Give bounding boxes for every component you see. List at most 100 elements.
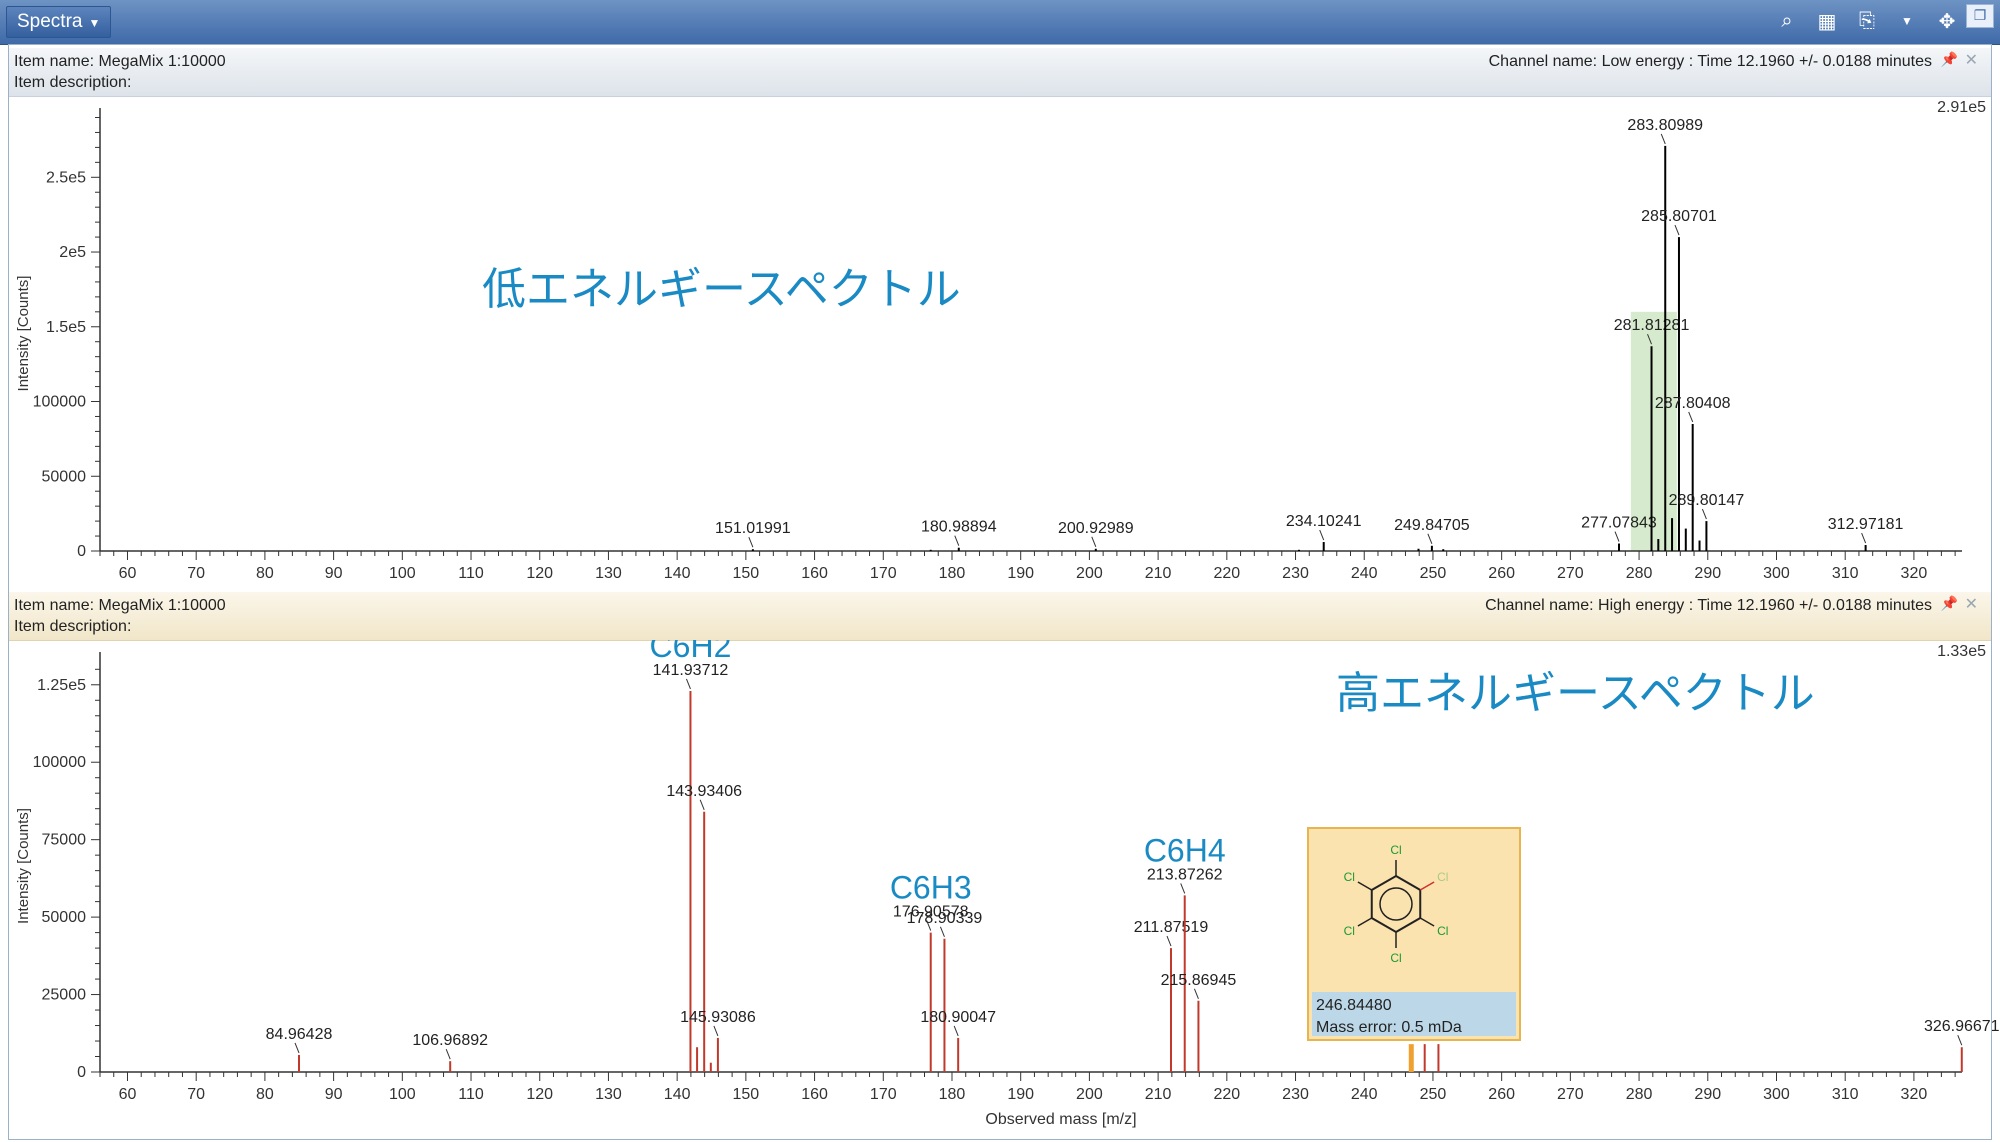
x-tick-label: 120 bbox=[526, 565, 553, 582]
peak-label: 285.80701 bbox=[1641, 208, 1717, 225]
x-tick-label: 190 bbox=[1007, 1086, 1034, 1103]
x-tick-label: 220 bbox=[1213, 1086, 1240, 1103]
peak-label: 277.07843 bbox=[1581, 515, 1657, 532]
x-tick-label: 320 bbox=[1901, 565, 1928, 582]
fragment-label: C6H4 bbox=[1144, 832, 1226, 868]
x-tick-label: 80 bbox=[256, 565, 274, 582]
export-icon[interactable]: ⎘ bbox=[1854, 8, 1880, 34]
peak-label-leader bbox=[1614, 531, 1620, 542]
close-icon[interactable]: ✕ bbox=[1965, 50, 1978, 70]
chlorine-atom-label: Cl bbox=[1437, 870, 1448, 884]
low-energy-spectrum-chart[interactable]: 60 70 80 90 100 110 120 130 140 150 160 170 180 190 20… bbox=[0, 96, 2000, 592]
channel-name: Channel name: Low energy : Time 12.1960 … bbox=[1488, 53, 1932, 70]
x-tick-label: 310 bbox=[1832, 1086, 1859, 1103]
x-tick-label: 100 bbox=[389, 565, 416, 582]
peak-label-leader bbox=[1180, 883, 1186, 894]
y-tick-label: 100000 bbox=[33, 754, 86, 771]
chlorine-atom-label: Cl bbox=[1390, 843, 1401, 857]
x-tick-label: 170 bbox=[870, 565, 897, 582]
channel-name: Channel name: High energy : Time 12.1960… bbox=[1485, 597, 1932, 614]
peak-label: 326.96671 bbox=[1924, 1018, 2000, 1035]
x-tick-label: 150 bbox=[733, 1086, 760, 1103]
tooltip-mass-error: Mass error: 0.5 mDa bbox=[1316, 1019, 1462, 1036]
y-tick-label: 0 bbox=[77, 1064, 86, 1081]
y-tick-label: 2e5 bbox=[59, 244, 86, 261]
fragment-label: C6H2 bbox=[650, 640, 732, 664]
x-tick-label: 210 bbox=[1145, 565, 1172, 582]
x-tick-label: 120 bbox=[526, 1086, 553, 1103]
x-tick-label: 90 bbox=[325, 565, 343, 582]
pin-icon[interactable]: 📌 bbox=[1941, 595, 1958, 612]
window-toolbar: Spectra ▼ ⌕ ▦ ⎘ ▼ ✥ ❐ bbox=[0, 0, 2000, 45]
x-tick-label: 290 bbox=[1694, 1086, 1721, 1103]
y-tick-label: 75000 bbox=[42, 832, 87, 849]
peak-label: 106.96892 bbox=[412, 1032, 488, 1049]
peak-label: 312.97181 bbox=[1828, 516, 1904, 533]
y-tick-label: 1.25e5 bbox=[37, 677, 86, 694]
peak-label: 145.93086 bbox=[680, 1009, 756, 1026]
x-tick-label: 110 bbox=[458, 1086, 484, 1103]
peak-label: 289.80147 bbox=[1669, 492, 1745, 509]
zoom-icon[interactable]: ⌕ bbox=[1774, 8, 1800, 34]
x-tick-label: 270 bbox=[1557, 565, 1584, 582]
x-tick-label: 240 bbox=[1351, 565, 1378, 582]
x-tick-label: 60 bbox=[119, 1086, 137, 1103]
peak-label-leader bbox=[445, 1048, 451, 1060]
x-tick-label: 270 bbox=[1557, 1086, 1584, 1103]
peak-label-leader bbox=[1091, 536, 1097, 547]
peak-label: 234.10241 bbox=[1286, 513, 1362, 530]
x-tick-label: 100 bbox=[389, 1086, 416, 1103]
peak-label-leader bbox=[953, 1025, 959, 1037]
x-tick-label: 310 bbox=[1832, 565, 1859, 582]
x-tick-label: 140 bbox=[664, 1086, 691, 1103]
x-tick-label: 200 bbox=[1076, 565, 1103, 582]
chlorine-atom-label: Cl bbox=[1437, 924, 1448, 938]
table-icon[interactable]: ▦ bbox=[1814, 8, 1840, 34]
chlorine-atom-label: Cl bbox=[1344, 924, 1355, 938]
x-tick-label: 130 bbox=[595, 565, 622, 582]
x-tick-label: 160 bbox=[801, 1086, 828, 1103]
dropdown-icon[interactable]: ▼ bbox=[1894, 8, 1920, 34]
y-axis-label: Intensity [Counts] bbox=[15, 808, 32, 924]
x-tick-label: 70 bbox=[187, 565, 205, 582]
item-name: Item name: MegaMix 1:10000 bbox=[14, 597, 226, 614]
max-intensity-label: 2.91e5 bbox=[1937, 99, 1986, 116]
peak-label: 84.96428 bbox=[266, 1026, 333, 1043]
x-tick-label: 260 bbox=[1488, 565, 1515, 582]
peak-label: 215.86945 bbox=[1161, 972, 1237, 989]
x-tick-label: 300 bbox=[1763, 1086, 1790, 1103]
high-energy-spectrum-chart[interactable]: 60 70 80 90 100 110 120 130 140 150 160 170 180 190 20… bbox=[0, 640, 2000, 1140]
x-axis-label: Observed mass [m/z] bbox=[985, 1111, 1136, 1128]
high-energy-panel-header: Item name: MegaMix 1:10000 Item descript… bbox=[8, 592, 1992, 641]
peak-label: 211.87519 bbox=[1134, 919, 1209, 936]
peak-label-leader bbox=[939, 926, 945, 937]
peak-label: 213.87262 bbox=[1147, 866, 1223, 883]
chart-title: 低エネルギースペクトル bbox=[482, 265, 961, 314]
peak-label: 287.80408 bbox=[1655, 395, 1731, 412]
pan-icon[interactable]: ✥ bbox=[1934, 8, 1960, 34]
x-tick-label: 250 bbox=[1420, 565, 1447, 582]
peak-label-leader bbox=[748, 537, 754, 548]
item-description: Item description: bbox=[14, 618, 132, 635]
peak-label-leader bbox=[1674, 224, 1680, 236]
peak-label-leader bbox=[1166, 935, 1172, 947]
peak-label: 180.98894 bbox=[921, 519, 997, 536]
pin-icon[interactable]: 📌 bbox=[1941, 51, 1958, 68]
restore-icon[interactable]: ❐ bbox=[1966, 4, 1994, 28]
peak-label-leader bbox=[1861, 532, 1867, 544]
x-tick-label: 200 bbox=[1076, 1086, 1103, 1103]
peak-label: 180.90047 bbox=[920, 1009, 996, 1026]
x-tick-label: 220 bbox=[1213, 565, 1240, 582]
close-icon[interactable]: ✕ bbox=[1965, 594, 1978, 614]
spectra-menu-button[interactable]: Spectra ▼ bbox=[6, 6, 112, 38]
chevron-down-icon: ▼ bbox=[88, 16, 101, 30]
chlorine-atom-label: Cl bbox=[1344, 870, 1355, 884]
peak-label-leader bbox=[954, 535, 960, 546]
item-name: Item name: MegaMix 1:10000 bbox=[14, 53, 226, 70]
peak-label: 200.92989 bbox=[1058, 520, 1134, 537]
peak-label-leader bbox=[1701, 508, 1707, 520]
y-tick-label: 50000 bbox=[42, 468, 87, 485]
x-tick-label: 320 bbox=[1901, 1086, 1928, 1103]
y-tick-label: 0 bbox=[77, 543, 86, 560]
chart-title: 高エネルギースペクトル bbox=[1336, 669, 1815, 718]
